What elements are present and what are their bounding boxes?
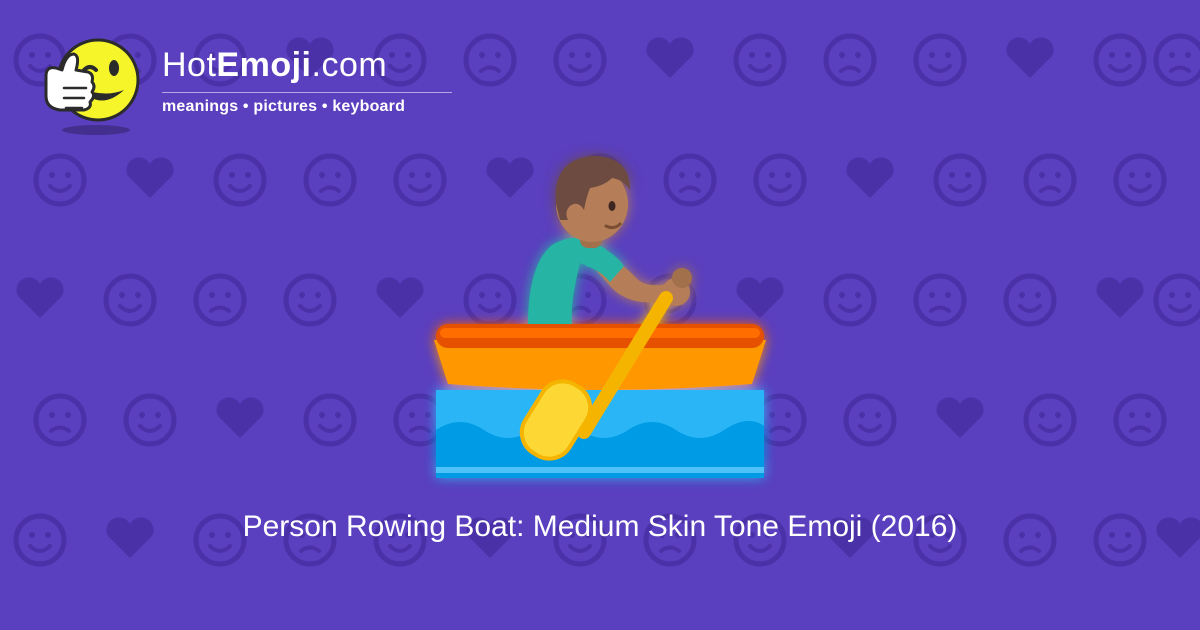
- background-emoji-icon: [1113, 153, 1167, 207]
- background-emoji-icon: [33, 153, 87, 207]
- background-emoji-icon: [1023, 153, 1077, 207]
- share-card: { "colors": { "background": "#5a3fbe", "…: [0, 0, 1200, 630]
- background-emoji-icon: [1023, 393, 1077, 447]
- background-emoji-icon: [213, 153, 267, 207]
- logo-wordmark: HotEmoji.com: [162, 46, 387, 85]
- background-emoji-icon: [1113, 393, 1167, 447]
- background-emoji-icon: [733, 33, 787, 87]
- background-emoji-icon: [933, 153, 987, 207]
- background-emoji-icon: [1153, 33, 1200, 87]
- winking-thumbs-up-face-icon: [44, 38, 140, 135]
- background-emoji-icon: [823, 273, 877, 327]
- background-emoji-icon: [553, 33, 607, 87]
- background-emoji-icon: [303, 153, 357, 207]
- site-logo[interactable]: HotEmoji.com meanings • pictures • keybo…: [40, 36, 460, 136]
- logo-wordmark-suffix: .com: [311, 46, 388, 84]
- background-emoji-icon: [1006, 37, 1054, 78]
- background-emoji-icon: [126, 157, 174, 198]
- background-emoji-icon: [1093, 33, 1147, 87]
- background-emoji-icon: [1096, 277, 1144, 318]
- background-emoji-icon: [216, 397, 264, 438]
- background-emoji-icon: [936, 397, 984, 438]
- emoji-caption: Person Rowing Boat: Medium Skin Tone Emo…: [242, 510, 958, 543]
- person-rowing-boat-medium-skin-tone-icon: [434, 156, 766, 478]
- background-emoji-icon: [303, 393, 357, 447]
- background-emoji-icon: [193, 273, 247, 327]
- background-emoji-icon: [913, 33, 967, 87]
- logo-wordmark-prefix: Hot: [162, 46, 217, 84]
- background-emoji-icon: [646, 37, 694, 78]
- background-emoji-icon: [283, 273, 337, 327]
- background-emoji-icon: [846, 157, 894, 198]
- logo-wordmark-bold: Emoji: [216, 46, 312, 84]
- background-emoji-icon: [16, 277, 64, 318]
- logo-tagline: meanings • pictures • keyboard: [162, 98, 406, 115]
- background-emoji-icon: [1153, 273, 1200, 327]
- background-emoji-icon: [123, 393, 177, 447]
- background-emoji-icon: [103, 273, 157, 327]
- background-emoji-icon: [843, 393, 897, 447]
- background-emoji-icon: [913, 273, 967, 327]
- background-emoji-icon: [823, 33, 877, 87]
- background-emoji-icon: [33, 393, 87, 447]
- logo-divider: [162, 92, 452, 93]
- background-emoji-icon: [463, 33, 517, 87]
- background-emoji-icon: [376, 277, 424, 318]
- background-emoji-icon: [1003, 273, 1057, 327]
